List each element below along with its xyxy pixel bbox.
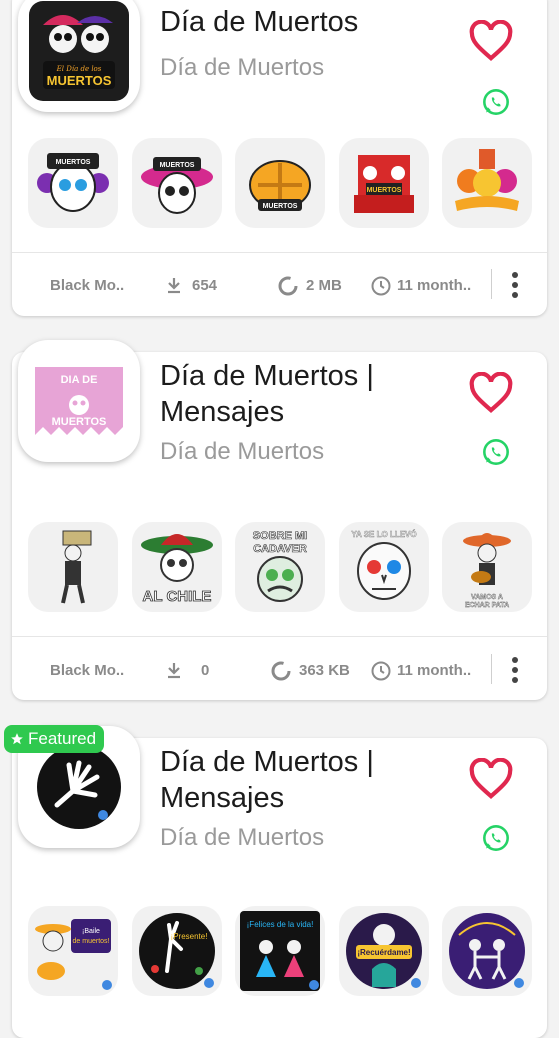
sticker-thumbnail[interactable] (28, 522, 118, 612)
download-count: 0 (201, 662, 210, 679)
mariachi-skeleton-sticker-icon: VAMOS A ECHAR PATA (463, 533, 511, 609)
dancing-skeletons-sticker-icon (449, 913, 525, 989)
pack-avatar: El Día de los MUERTOS (18, 0, 140, 112)
whatsapp-icon[interactable] (482, 88, 510, 116)
sticker-thumbnail[interactable]: MUERTOS (28, 138, 118, 228)
sticker-pack-card[interactable]: El Día de los MUERTOS Día de Muertos Día… (12, 0, 547, 316)
sticker-thumbnail[interactable] (442, 138, 532, 228)
sticker-thumbnail[interactable]: AL CHILE (131, 522, 222, 612)
avatar-text-top: DIA DE (61, 374, 98, 386)
felices-de-la-vida-sticker-icon: ¡Felices de la vida! (240, 911, 320, 991)
sticker-preview-row: MUERTOS MUERTOS MUERTOS MUERTOS (28, 138, 532, 228)
svg-text:CADAVER: CADAVER (253, 543, 307, 555)
presente-sticker-icon: ¡Presente! (138, 913, 215, 989)
skull-couple-icon: El Día de los MUERTOS (29, 1, 129, 101)
svg-text:¡Baile: ¡Baile (82, 928, 100, 935)
avatar-text-bottom: MUERTOS (52, 416, 107, 428)
download-icon (168, 278, 180, 294)
sticker-caption: AL CHILE (142, 588, 211, 605)
pack-size: 363 KB (299, 662, 350, 679)
svg-text:MUERTOS: MUERTOS (263, 203, 298, 210)
author-name[interactable]: Black Mo.. (50, 662, 124, 679)
svg-text:ECHAR PATA: ECHAR PATA (465, 602, 509, 609)
data-usage-icon (271, 661, 291, 681)
clock-icon (371, 661, 391, 681)
heart-icon[interactable] (468, 20, 514, 62)
featured-badge: Featured (4, 725, 105, 753)
updated-time: 11 month.. (397, 662, 472, 679)
svg-text:¡Presente!: ¡Presente! (170, 932, 207, 941)
pack-meta-row: Black Mo.. 654 2 MB 11 month.. (12, 267, 547, 307)
more-options-icon[interactable] (508, 655, 522, 685)
guitar-skeleton-sticker-icon: ¡Baile de muertos! (35, 919, 112, 990)
recuerdame-sticker-icon: ¡Recuérdame! (345, 913, 422, 989)
card-divider (12, 636, 547, 637)
sticker-thumbnail[interactable] (442, 906, 532, 996)
svg-text:¡Felices de la vida!: ¡Felices de la vida! (247, 920, 314, 929)
svg-text:MUERTOS: MUERTOS (366, 187, 401, 194)
data-usage-icon (278, 276, 298, 296)
skeleton-hand-icon (37, 745, 121, 829)
svg-text:MUERTOS: MUERTOS (159, 162, 194, 169)
sobre-mi-cadaver-sticker-icon: SOBRE MI CADAVER (252, 530, 308, 602)
sticker-preview-row: AL CHILE SOBRE MI CADAVER YA SE LO LLEVÓ (28, 522, 532, 612)
skeleton-sign-sticker-icon (61, 530, 92, 604)
featured-label: Featured (28, 729, 97, 748)
altar-sticker-icon: MUERTOS (353, 155, 414, 213)
sticker-thumbnail[interactable]: MUERTOS (338, 138, 429, 228)
sticker-thumbnail[interactable]: ¡Baile de muertos! (28, 906, 118, 996)
author-name[interactable]: Black Mo.. (50, 277, 124, 294)
sticker-thumbnail[interactable]: MUERTOS (235, 138, 325, 228)
pack-meta-row: Black Mo.. 0 363 KB 11 month.. (12, 652, 547, 692)
ofrenda-sticker-icon (455, 149, 519, 211)
sticker-thumbnail[interactable]: MUERTOS (131, 138, 222, 228)
svg-text:¡Recuérdame!: ¡Recuérdame! (357, 948, 410, 957)
sticker-thumbnail[interactable]: ¡Recuérdame! (338, 906, 429, 996)
heart-icon[interactable] (468, 758, 514, 800)
pack-publisher: Día de Muertos (160, 824, 325, 851)
pack-publisher: Día de Muertos (160, 54, 325, 81)
pack-title: Día de Muertos (160, 6, 359, 38)
card-divider (12, 252, 547, 253)
svg-text:de muertos!: de muertos! (73, 938, 110, 945)
sticker-thumbnail[interactable]: ¡Felices de la vida! (235, 906, 325, 996)
meta-separator (491, 654, 492, 684)
sombrero-skull-sticker-icon: MUERTOS (140, 157, 213, 214)
updated-time: 11 month.. (397, 277, 472, 294)
sticker-preview-row: ¡Baile de muertos! ¡Presente! ¡Felices d… (28, 906, 532, 996)
al-chile-sticker-icon: AL CHILE (140, 534, 213, 605)
meta-separator (491, 269, 492, 299)
sticker-thumbnail[interactable]: VAMOS A ECHAR PATA (442, 522, 532, 612)
sticker-thumbnail[interactable]: YA SE LO LLEVÓ (338, 522, 429, 612)
ya-se-lo-llevo-sticker-icon: YA SE LO LLEVÓ (351, 530, 416, 600)
download-count: 654 (192, 277, 218, 294)
avatar-text-bottom: MUERTOS (47, 73, 112, 88)
svg-text:VAMOS A: VAMOS A (471, 594, 503, 601)
svg-text:MUERTOS: MUERTOS (56, 159, 91, 166)
whatsapp-icon[interactable] (482, 824, 510, 852)
papel-picado-icon: DIA DE MUERTOS (35, 367, 123, 435)
download-icon (168, 663, 180, 679)
sticker-pack-card[interactable]: Día de Muertos | Mensajes Día de Muertos… (12, 726, 547, 1038)
pack-avatar: DIA DE MUERTOS (18, 340, 140, 462)
svg-text:SOBRE MI: SOBRE MI (253, 530, 307, 542)
pan-de-muerto-sticker-icon: MUERTOS (249, 160, 311, 211)
svg-text:YA SE LO LLEVÓ: YA SE LO LLEVÓ (351, 530, 416, 539)
pack-size: 2 MB (306, 277, 342, 294)
pack-title: Día de Muertos | Mensajes (160, 360, 374, 428)
more-options-icon[interactable] (508, 270, 522, 300)
sticker-thumbnail[interactable]: ¡Presente! (131, 906, 222, 996)
star-icon (11, 733, 23, 745)
sticker-thumbnail[interactable]: SOBRE MI CADAVER (235, 522, 325, 612)
avatar-text-top: El Día de los (56, 65, 102, 73)
pack-publisher: Día de Muertos (160, 438, 325, 465)
pack-title: Día de Muertos | Mensajes (160, 746, 374, 814)
clock-icon (371, 276, 391, 296)
sticker-pack-card[interactable]: DIA DE MUERTOS Día de Muertos | Mensajes… (12, 340, 547, 700)
whatsapp-icon[interactable] (482, 438, 510, 466)
sugar-skull-sticker-icon: MUERTOS (37, 153, 109, 212)
heart-icon[interactable] (468, 372, 514, 414)
